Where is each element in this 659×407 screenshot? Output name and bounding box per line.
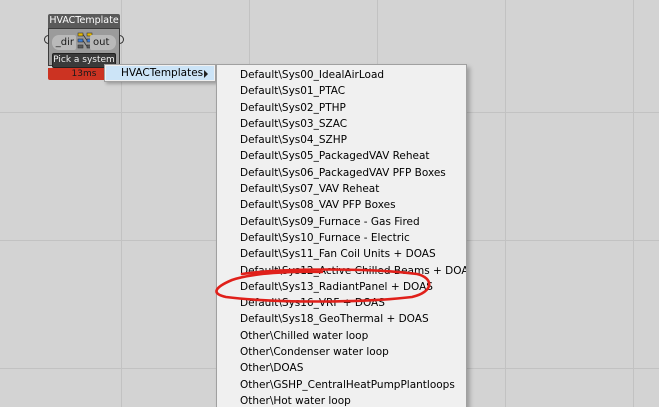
list-item[interactable]: Other\Hot water loop — [217, 393, 466, 407]
list-item[interactable]: Default\Sys12_Active Chilled Beams + DOA… — [217, 263, 466, 279]
list-item-highlighted[interactable]: Default\Sys13_RadiantPanel + DOAS — [217, 279, 466, 295]
hvac-templates-submenu[interactable]: Default\Sys00_IdealAirLoad Default\Sys01… — [216, 64, 467, 407]
list-item[interactable]: Default\Sys16_VRF + DOAS — [217, 295, 466, 311]
grasshopper-canvas[interactable]: HVACTemplate _dir out Pick a system 13ms… — [0, 0, 659, 407]
output-port-out[interactable]: out — [90, 35, 116, 50]
list-item[interactable]: Default\Sys01_PTAC — [217, 83, 466, 99]
list-item[interactable]: Default\Sys05_PackagedVAV Reheat — [217, 148, 466, 164]
list-item[interactable]: Default\Sys02_PTHP — [217, 100, 466, 116]
input-port-dir[interactable]: _dir — [52, 35, 76, 50]
output-grip[interactable] — [119, 35, 124, 44]
submenu-list: Default\Sys00_IdealAirLoad Default\Sys01… — [217, 65, 466, 407]
list-item[interactable]: Other\DOAS — [217, 360, 466, 376]
context-menu[interactable]: HVACTemplates — [104, 64, 216, 82]
list-item[interactable]: Default\Sys04_SZHP — [217, 132, 466, 148]
list-item[interactable]: Other\GSHP_CentralHeatPumpPlantloops — [217, 377, 466, 393]
list-item[interactable]: Default\Sys11_Fan Coil Units + DOAS — [217, 246, 466, 262]
list-item[interactable]: Other\Condenser water loop — [217, 344, 466, 360]
list-item[interactable]: Default\Sys03_SZAC — [217, 116, 466, 132]
list-item[interactable]: Default\Sys08_VAV PFP Boxes — [217, 197, 466, 213]
menu-item-hvactemplates[interactable]: HVACTemplates — [106, 66, 214, 80]
submenu-arrow-icon — [204, 70, 208, 78]
list-item[interactable]: Default\Sys10_Furnace - Electric — [217, 230, 466, 246]
component-title: HVACTemplate — [48, 14, 120, 28]
list-item[interactable]: Default\Sys07_VAV Reheat — [217, 181, 466, 197]
list-item[interactable]: Other\Chilled water loop — [217, 328, 466, 344]
input-grip[interactable] — [44, 35, 49, 44]
list-item[interactable]: Default\Sys06_PackagedVAV PFP Boxes — [217, 165, 466, 181]
list-item[interactable]: Default\Sys00_IdealAirLoad — [217, 67, 466, 83]
menu-item-hvactemplates-label: HVACTemplates — [121, 67, 204, 79]
list-item[interactable]: Default\Sys18_GeoThermal + DOAS — [217, 311, 466, 327]
list-item[interactable]: Default\Sys09_Furnace - Gas Fired — [217, 214, 466, 230]
